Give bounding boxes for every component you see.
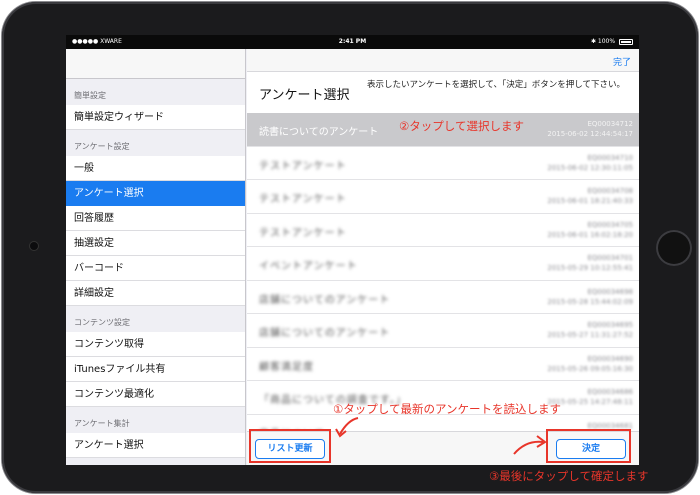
- settings-sidebar: 簡単設定 簡単設定ウィザード アンケート設定 一般 アンケート選択 回答履歴 抽…: [66, 49, 246, 465]
- survey-meta: EQ00034698 2015-05-28 15:44:02:09: [547, 287, 633, 307]
- survey-date: 2015-06-01 18:21:40:33: [547, 197, 633, 205]
- sidebar-item-advanced[interactable]: 詳細設定: [66, 281, 245, 306]
- sidebar-header: [66, 49, 245, 79]
- clock: 2:41 PM: [338, 38, 367, 45]
- sidebar-item-content-fetch[interactable]: コンテンツ取得: [66, 332, 245, 357]
- survey-row[interactable]: イベントアンケート EQ00034701 2015-05-29 10:12:55:4…: [247, 247, 639, 281]
- survey-title: イベントアンケート: [259, 261, 358, 272]
- survey-date: 2015-06-02 12:44:54:17: [547, 130, 633, 138]
- survey-id: EQ00034698: [587, 287, 633, 296]
- annotation-tap-select: ②タップして選択します: [399, 119, 524, 133]
- done-button[interactable]: 完了: [613, 55, 631, 68]
- status-bar: ●●●●● XWARE 2:41 PM ✱ 100%: [66, 35, 639, 49]
- survey-meta: EQ00034695 2015-05-27 11:31:27:52: [547, 320, 633, 340]
- survey-date: 2015-05-29 10:12:55:41: [547, 264, 633, 272]
- survey-row[interactable]: テストアンケート EQ00034708 2015-06-01 18:21:40:33: [247, 180, 639, 214]
- survey-meta: EQ00034701 2015-05-29 10:12:55:41: [547, 253, 633, 273]
- section-header-tally: アンケート集計: [74, 419, 130, 428]
- survey-id: EQ00034712: [587, 120, 633, 128]
- annotation-arrow-refresh: [335, 417, 359, 438]
- nav-bar: 完了: [247, 49, 639, 72]
- battery-label: ✱ 100%: [590, 38, 616, 45]
- survey-id: EQ00034686: [587, 388, 633, 396]
- home-button[interactable]: [656, 230, 692, 266]
- section-header-easy: 簡単設定: [74, 91, 106, 100]
- survey-id: EQ00034690: [587, 354, 633, 363]
- survey-row[interactable]: テストアンケート EQ00034705 2015-06-01 16:02:18:20: [247, 213, 639, 247]
- sidebar-item-general[interactable]: 一般: [66, 156, 245, 181]
- survey-id: EQ00034705: [587, 220, 633, 229]
- survey-id: EQ00034708: [587, 187, 633, 195]
- survey-title: 店舗についてのアンケート: [259, 294, 391, 306]
- survey-meta: EQ00034690 2015-05-26 09:05:16:30: [547, 354, 633, 374]
- survey-date: 2015-05-27 11:31:27:52: [547, 331, 633, 339]
- instruction-text: 表示したいアンケートを選択して、「決定」ボタンを押して下さい。: [367, 80, 625, 90]
- annotation-box-decide: [546, 429, 631, 463]
- battery-status: ✱ 100%: [591, 35, 633, 49]
- sidebar-item-easy-wizard[interactable]: 簡単設定ウィザード: [66, 105, 245, 130]
- survey-meta: EQ00034712 2015-06-02 12:44:54:17: [547, 119, 633, 139]
- survey-date: 2015-06-01 16:02:18:20: [547, 230, 633, 239]
- survey-row[interactable]: 店舗についてのアンケート EQ00034698 2015-05-28 15:44:0…: [247, 280, 639, 314]
- annotation-arrow-decide: [513, 435, 547, 455]
- sidebar-item-lottery[interactable]: 抽選設定: [66, 231, 245, 256]
- survey-row[interactable]: テストアンケート EQ00034710 2015-06-02 12:30:11:05: [247, 146, 639, 180]
- survey-title: 読書についてのアンケート: [259, 127, 379, 138]
- annotation-tap-decide: ③最後にタップして確定します: [489, 469, 649, 483]
- survey-title: テストアンケート: [259, 160, 347, 172]
- survey-date: 2015-05-26 09:05:16:30: [547, 364, 633, 373]
- survey-title: テストアンケート: [259, 227, 347, 239]
- survey-title: 店舗についてのアンケート: [259, 328, 391, 339]
- survey-row[interactable]: 店舗についてのアンケート EQ00034695 2015-05-27 11:31:2…: [247, 314, 639, 348]
- annotation-tap-refresh: ①タップして最新のアンケートを読込します: [333, 402, 562, 416]
- survey-meta: EQ00034710 2015-06-02 12:30:11:05: [547, 153, 633, 173]
- section-header-survey: アンケート設定: [74, 142, 130, 151]
- sidebar-item-barcode[interactable]: バーコード: [66, 256, 245, 281]
- sidebar-item-itunes-share[interactable]: iTunesファイル共有: [66, 357, 245, 382]
- survey-date: 2015-06-02 12:30:11:05: [547, 163, 633, 172]
- sidebar-item-content-optimize[interactable]: コンテンツ最適化: [66, 382, 245, 407]
- sidebar-item-tally-survey-select[interactable]: アンケート選択: [66, 433, 245, 458]
- sidebar-item-answer-history[interactable]: 回答履歴: [66, 206, 245, 231]
- survey-id: EQ00034701: [587, 254, 633, 262]
- title-row: アンケート選択 表示したいアンケートを選択して、「決定」ボタンを押して下さい。: [247, 72, 639, 113]
- survey-title: テストアンケート: [259, 194, 347, 205]
- survey-date: 2015-05-28 15:44:02:09: [547, 297, 633, 306]
- survey-id: EQ00034695: [587, 321, 633, 329]
- page-title: アンケート選択: [259, 88, 350, 103]
- survey-meta: EQ00034708 2015-06-01 18:21:40:33: [547, 186, 633, 206]
- survey-meta: EQ00034705 2015-06-01 16:02:18:20: [547, 220, 633, 240]
- survey-id: EQ00034710: [587, 153, 633, 162]
- camera-icon: [30, 242, 38, 250]
- survey-title: 顧客満足度: [259, 361, 314, 373]
- survey-list: 読書についてのアンケート EQ00034712 2015-06-02 12:44:5…: [247, 113, 639, 448]
- annotation-box-refresh: [249, 429, 331, 463]
- battery-icon: [619, 38, 633, 45]
- sidebar-item-survey-select[interactable]: アンケート選択: [66, 181, 245, 206]
- section-header-content: コンテンツ設定: [74, 318, 130, 327]
- survey-row[interactable]: 顧客満足度 EQ00034690 2015-05-26 09:05:16:30: [247, 347, 639, 381]
